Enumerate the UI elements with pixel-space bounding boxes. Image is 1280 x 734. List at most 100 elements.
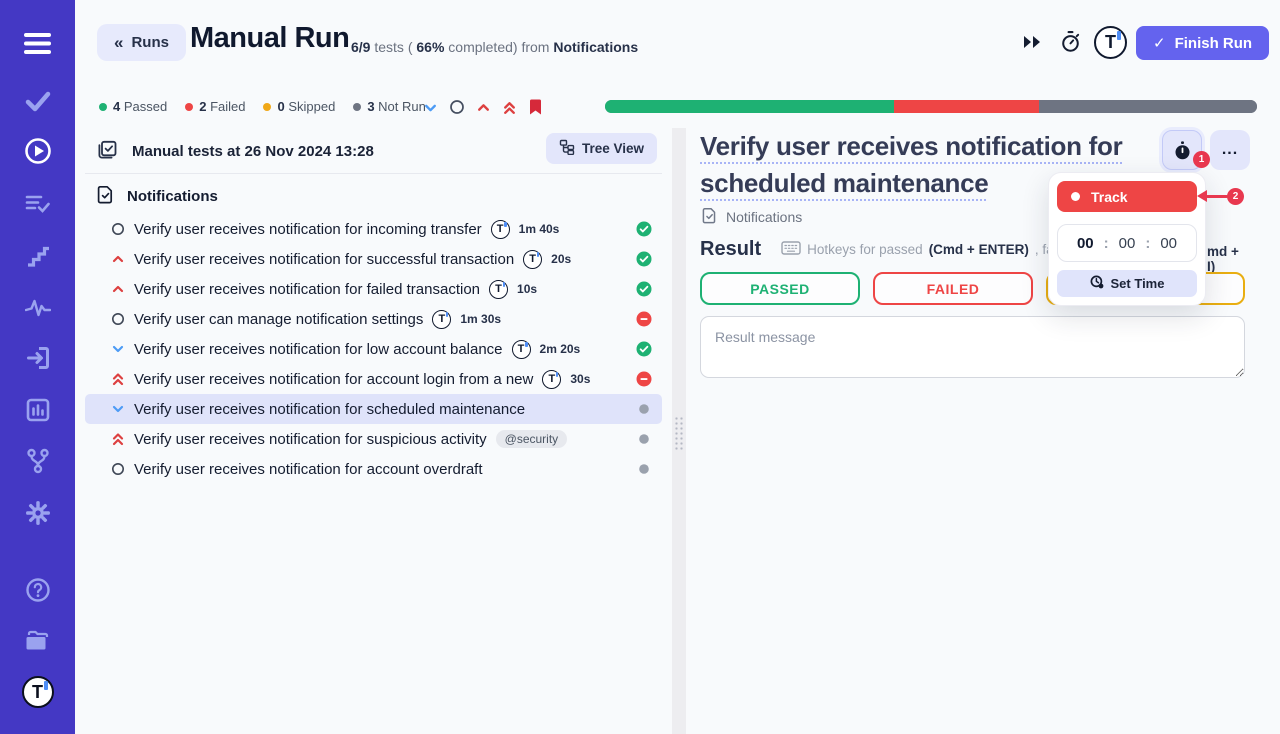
test-duration: 1m 40s xyxy=(519,222,560,236)
record-dot-icon xyxy=(1071,192,1080,201)
test-title[interactable]: Verify user receives notification for ac… xyxy=(134,461,483,478)
bookmark-icon[interactable] xyxy=(528,98,543,116)
priority-critical-filter-icon[interactable] xyxy=(502,99,517,116)
tree-view-button[interactable]: Tree View xyxy=(546,133,657,164)
menu-icon[interactable] xyxy=(21,26,55,60)
status-passed-icon xyxy=(636,251,652,267)
annotation-arrow xyxy=(1206,195,1228,198)
priority-normal-icon xyxy=(110,222,125,236)
testomat-logo-icon[interactable]: T xyxy=(21,675,55,709)
import-icon[interactable] xyxy=(21,341,55,375)
back-to-runs-button[interactable]: « Runs xyxy=(97,24,186,61)
priority-normal-icon xyxy=(110,312,125,326)
test-duration: 30s xyxy=(570,372,590,386)
test-row[interactable]: Verify user can manage notification sett… xyxy=(85,304,662,334)
divider xyxy=(85,173,662,174)
tests-check-icon[interactable] xyxy=(21,84,55,118)
checklist-icon[interactable] xyxy=(21,187,55,221)
test-row[interactable]: Verify user receives notification for lo… xyxy=(85,334,662,364)
test-title[interactable]: Verify user receives notification for su… xyxy=(134,431,487,448)
hotkeys-hint: Hotkeys for passed (Cmd + ENTER) , faile… xyxy=(781,241,1074,258)
splitter-grip-icon xyxy=(674,416,684,450)
expand-chevron-down-icon[interactable] xyxy=(423,100,438,115)
test-title[interactable]: Verify user receives notification for in… xyxy=(134,221,482,238)
minutes-value[interactable]: 00 xyxy=(1119,235,1136,252)
timer-icon[interactable] xyxy=(1059,30,1082,58)
status-dot-icon xyxy=(185,103,193,111)
help-icon[interactable] xyxy=(21,573,55,607)
priority-critical-icon xyxy=(110,371,125,387)
main-area: « Runs Manual Run 6/9 tests ( 66% comple… xyxy=(75,0,1280,734)
testomat-logo-icon[interactable]: T xyxy=(1094,26,1127,59)
pulse-icon[interactable] xyxy=(21,291,55,325)
suite-group-row[interactable]: Notifications xyxy=(97,185,218,208)
testomat-logo-icon: T xyxy=(512,340,531,359)
test-rows: Verify user receives notification for in… xyxy=(85,214,662,484)
test-row[interactable]: Verify user receives notification for ac… xyxy=(85,364,662,394)
analytics-icon[interactable] xyxy=(21,393,55,427)
priority-high-filter-icon[interactable] xyxy=(476,100,491,115)
settings-gear-icon[interactable] xyxy=(21,496,55,530)
seconds-value[interactable]: 00 xyxy=(1160,235,1177,252)
priority-high-icon xyxy=(110,252,125,266)
status-count: 2 Failed xyxy=(185,99,245,114)
test-row[interactable]: Verify user receives notification for in… xyxy=(85,214,662,244)
tree-view-icon xyxy=(559,139,575,158)
test-row[interactable]: Verify user receives notification for fa… xyxy=(85,274,662,304)
test-title[interactable]: Verify user receives notification for fa… xyxy=(134,281,480,298)
breadcrumb[interactable]: Notifications xyxy=(702,207,802,227)
status-count: 4 Passed xyxy=(99,99,167,114)
test-title[interactable]: Verify user can manage notification sett… xyxy=(134,311,423,328)
runs-play-icon[interactable] xyxy=(21,134,55,168)
more-options-button[interactable]: ... xyxy=(1210,130,1250,170)
priority-low-icon xyxy=(110,402,125,416)
priority-normal-icon xyxy=(110,462,125,476)
document-check-icon xyxy=(97,185,114,208)
test-row[interactable]: Verify user receives notification for ac… xyxy=(85,454,662,484)
priority-normal-filter-icon[interactable] xyxy=(449,99,465,115)
priority-critical-icon xyxy=(110,431,125,447)
test-row[interactable]: Verify user receives notification for sc… xyxy=(85,394,662,424)
test-row[interactable]: Verify user receives notification for su… xyxy=(85,244,662,274)
finish-run-button[interactable]: ✓ Finish Run xyxy=(1136,26,1269,60)
test-row[interactable]: Verify user receives notification for su… xyxy=(85,424,662,454)
panel-splitter[interactable] xyxy=(672,128,686,734)
test-tag[interactable]: @security xyxy=(496,430,568,448)
testomat-logo-icon: T xyxy=(432,310,451,329)
set-time-button[interactable]: Set Time xyxy=(1057,270,1197,297)
status-passed-icon xyxy=(636,341,652,357)
branch-icon[interactable] xyxy=(21,444,55,478)
status-count: 3 Not Run xyxy=(353,99,426,114)
keyboard-icon xyxy=(781,241,801,258)
testomat-logo-icon: T xyxy=(542,370,561,389)
progress-segment-passed xyxy=(605,100,894,113)
ellipsis-icon: ... xyxy=(1222,141,1238,159)
projects-folder-icon[interactable] xyxy=(21,624,55,658)
test-title[interactable]: Verify user receives notification for lo… xyxy=(134,341,503,358)
priority-low-icon xyxy=(110,342,125,356)
breadcrumb-suite: Notifications xyxy=(726,209,802,225)
status-count: 0 Skipped xyxy=(263,99,335,114)
track-button[interactable]: Track xyxy=(1057,181,1197,212)
time-input[interactable]: 00 : 00 : 00 xyxy=(1057,224,1197,262)
fast-forward-icon[interactable] xyxy=(1022,35,1042,54)
progress-segment-failed xyxy=(894,100,1039,113)
failed-button[interactable]: FAILED xyxy=(873,272,1033,305)
hours-value[interactable]: 00 xyxy=(1077,235,1094,252)
test-title[interactable]: Verify user receives notification for su… xyxy=(134,251,514,268)
passed-button[interactable]: PASSED xyxy=(700,272,860,305)
test-title[interactable]: Verify user receives notification for ac… xyxy=(134,371,533,388)
status-passed-icon xyxy=(636,221,652,237)
run-name: Manual tests at 26 Nov 2024 13:28 xyxy=(132,143,374,160)
status-counts: 4 Passed 2 Failed 0 Skipped 3 Not Run xyxy=(99,99,426,114)
status-notrun-icon xyxy=(636,401,652,417)
test-list-panel: Manual tests at 26 Nov 2024 13:28 Tree V… xyxy=(85,128,662,708)
status-dot-icon xyxy=(99,103,107,111)
page-subtitle: 6/9 tests ( 66% completed) from Notifica… xyxy=(351,39,638,55)
test-title[interactable]: Verify user receives notification for sc… xyxy=(134,401,525,418)
result-message-input[interactable] xyxy=(700,316,1245,378)
steps-icon[interactable] xyxy=(21,239,55,273)
page-title: Manual Run xyxy=(190,22,349,55)
progress-segment-notrun xyxy=(1039,100,1257,113)
completed-percent: 66% xyxy=(416,39,444,55)
